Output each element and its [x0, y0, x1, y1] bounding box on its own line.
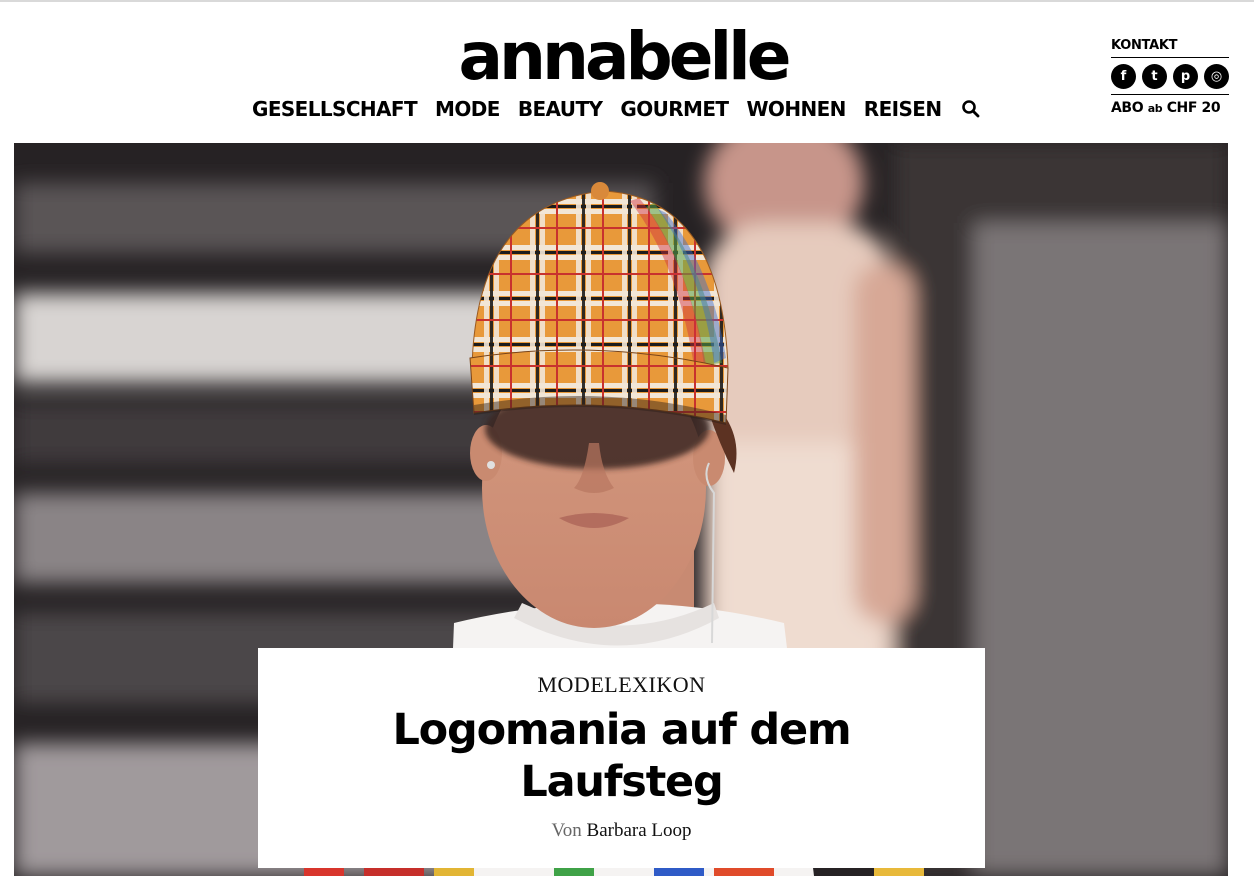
site-logo[interactable]: annabelle	[448, 22, 798, 92]
kontakt-link[interactable]: KONTAKT	[1111, 38, 1229, 58]
nav-item-gesellschaft[interactable]: GESELLSCHAFT	[252, 97, 418, 121]
abo-ab: ab	[1147, 102, 1163, 115]
facebook-icon[interactable]: f	[1111, 64, 1136, 89]
instagram-icon[interactable]: ◎	[1204, 64, 1229, 89]
article-byline: Von Barbara Loop	[258, 820, 985, 842]
nav-item-wohnen[interactable]: WOHNEN	[746, 97, 846, 121]
top-border	[0, 0, 1254, 2]
nav-item-mode[interactable]: MODE	[435, 97, 500, 121]
article-kicker[interactable]: MODELEXIKON	[258, 672, 985, 698]
utility-links: KONTAKT f t p ◎ ABO ab CHF 20	[1111, 38, 1229, 116]
byline-prefix: Von	[551, 820, 582, 841]
article-title[interactable]: Logomania auf dem Laufsteg	[298, 704, 945, 808]
abo-price: CHF 20	[1166, 100, 1221, 116]
article-teaser-card[interactable]: MODELEXIKON Logomania auf dem Laufsteg V…	[258, 648, 985, 868]
nav-item-reisen[interactable]: REISEN	[864, 97, 942, 121]
twitter-icon[interactable]: t	[1142, 64, 1167, 89]
search-icon[interactable]	[960, 98, 982, 120]
nav-item-gourmet[interactable]: GOURMET	[620, 97, 729, 121]
social-icons: f t p ◎	[1111, 58, 1229, 95]
pinterest-icon[interactable]: p	[1173, 64, 1198, 89]
nav-item-beauty[interactable]: BEAUTY	[518, 97, 603, 121]
main-navigation: GESELLSCHAFT MODE BEAUTY GOURMET WOHNEN …	[252, 94, 982, 124]
author-name[interactable]: Barbara Loop	[587, 820, 692, 841]
abo-link[interactable]: ABO ab CHF 20	[1111, 95, 1229, 116]
abo-prefix: ABO	[1111, 100, 1144, 116]
